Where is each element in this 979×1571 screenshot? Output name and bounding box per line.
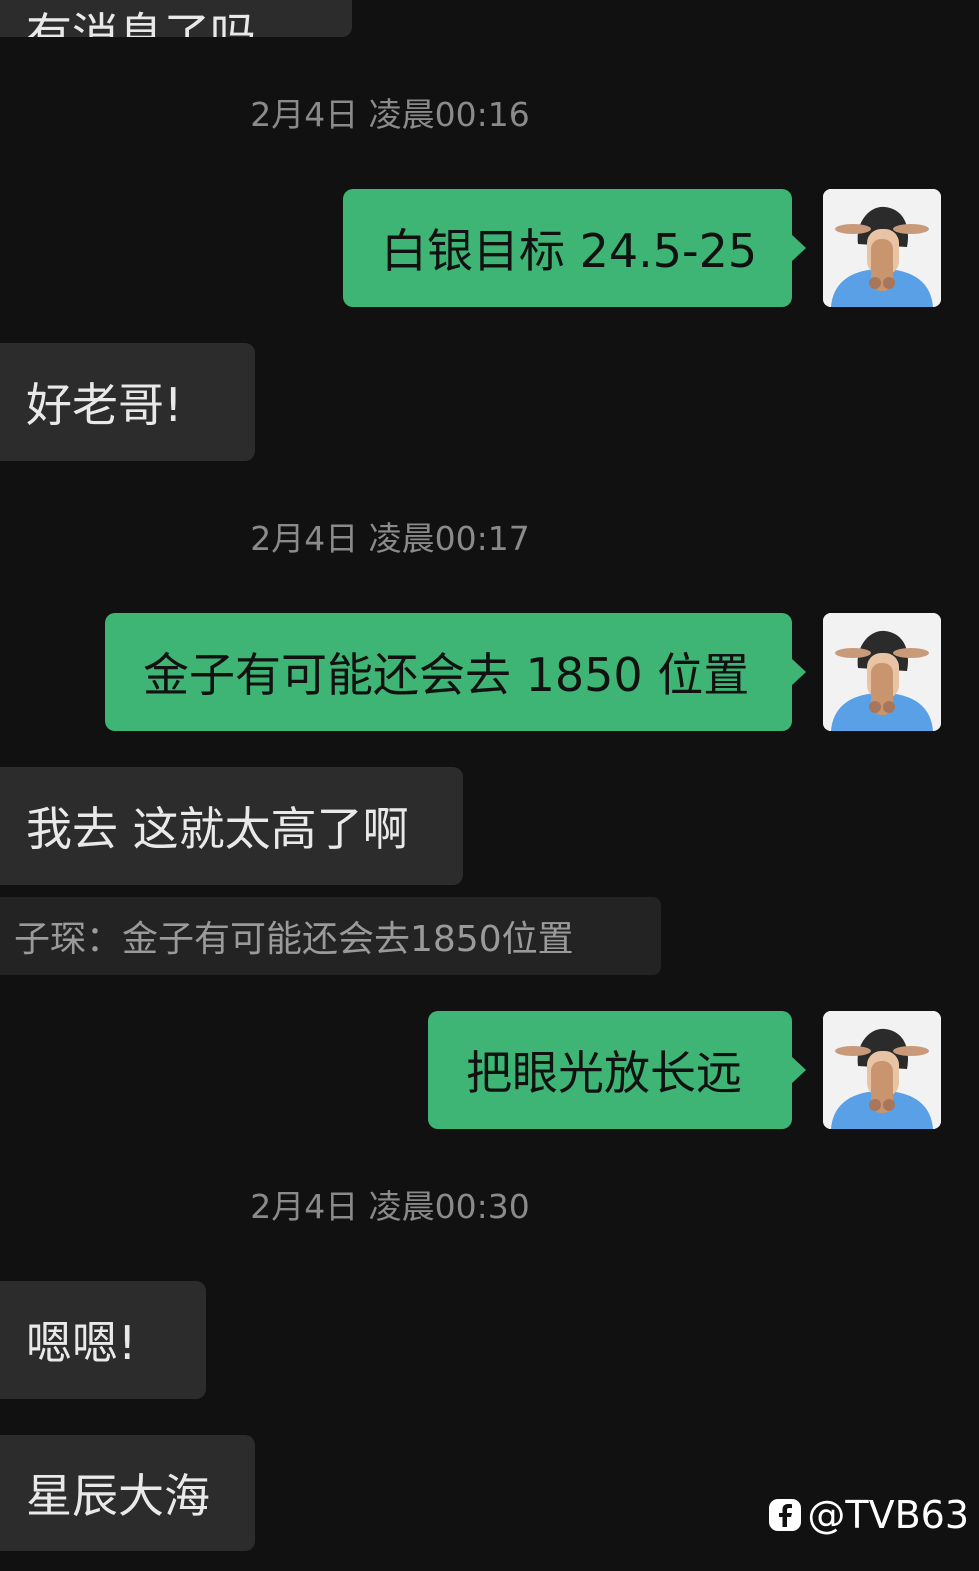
user-avatar-icon — [823, 1011, 941, 1129]
timestamp: 2月4日 凌晨00:30 — [250, 1187, 530, 1226]
avatar[interactable] — [823, 1011, 941, 1129]
message-text: 白银目标 24.5-25 — [381, 224, 758, 278]
avatar[interactable] — [823, 613, 941, 731]
chat-bubble-incoming[interactable]: 好老哥! — [0, 343, 255, 461]
message-text: 嗯嗯! — [26, 1316, 137, 1370]
avatar[interactable] — [823, 189, 941, 307]
timestamp: 2月4日 凌晨00:16 — [250, 95, 530, 134]
quoted-reply-text: 子琛：金子有可能还会去1850位置 — [14, 919, 574, 960]
chat-bubble-incoming[interactable]: 嗯嗯! — [0, 1281, 206, 1399]
chat-bubble-outgoing[interactable]: 金子有可能还会去 1850 位置 — [105, 613, 806, 731]
timestamp: 2月4日 凌晨00:17 — [250, 519, 530, 558]
chat-bubble-incoming[interactable]: 我去 这就太高了啊 — [0, 767, 463, 885]
chat-bubble-outgoing[interactable]: 把眼光放长远 — [428, 1011, 806, 1129]
message-text: 我去 这就太高了啊 — [26, 802, 409, 856]
chat-bubble-incoming[interactable]: 星辰大海 — [0, 1435, 255, 1551]
user-avatar-icon — [823, 613, 941, 731]
message-text: 金子有可能还会去 1850 位置 — [143, 648, 750, 702]
message-text: 把眼光放长远 — [466, 1046, 742, 1100]
facebook-icon — [767, 1497, 803, 1533]
watermark: @TVB63 — [767, 1492, 969, 1538]
user-avatar-icon — [823, 189, 941, 307]
watermark-handle: @TVB63 — [807, 1493, 969, 1537]
quoted-reply[interactable]: 子琛：金子有可能还会去1850位置 — [0, 897, 661, 975]
message-text: 星辰大海 — [26, 1469, 210, 1523]
message-text: 好老哥! — [26, 378, 183, 432]
chat-bubble-outgoing[interactable]: 白银目标 24.5-25 — [343, 189, 806, 307]
message-text: 有消息了吗 — [26, 8, 256, 37]
chat-bubble-incoming-partial[interactable]: 有消息了吗 — [0, 0, 352, 37]
